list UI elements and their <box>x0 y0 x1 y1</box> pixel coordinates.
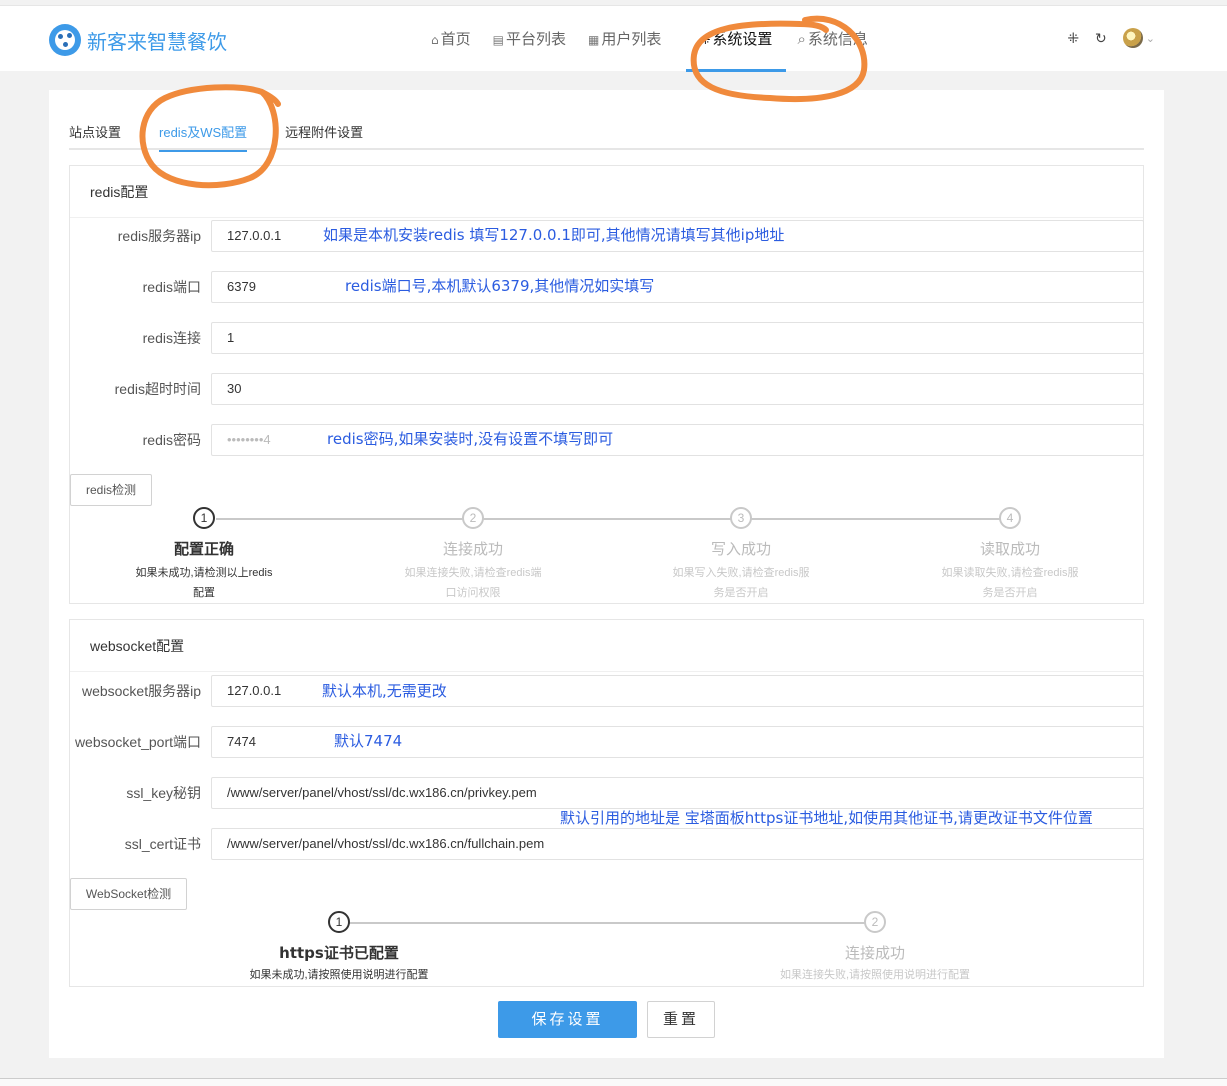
step-desc-line2: 务是否开启 <box>982 587 1038 599</box>
step-number: 4 <box>999 507 1021 529</box>
avatar <box>1122 28 1143 48</box>
search-icon: ⌕ <box>797 30 806 48</box>
step-title: 连接成功 <box>442 540 503 558</box>
bottom-strip <box>0 1078 1227 1086</box>
step-number: 1 <box>328 911 350 933</box>
step-title: 读取成功 <box>979 540 1040 558</box>
redis-password-note: redis密码,如果安装时,没有设置不填写即可 <box>327 430 614 448</box>
step-title: 连接成功 <box>844 944 905 962</box>
step-desc-line1: 如果写入失败,请检查redis服 <box>672 567 810 579</box>
redis-step-3: 3 写入成功 如果写入失败,请检查redis服 务是否开启 <box>665 507 817 605</box>
step-number: 3 <box>730 507 752 529</box>
redis-port-label: redis端口 <box>142 279 201 295</box>
websocket-steps: 1 https证书已配置 如果未成功,请按照使用说明进行配置 2 连接成功 如果… <box>70 911 1145 981</box>
redis-ip-row: redis服务器ip 127.0.0.1 如果是本机安装redis 填写127.… <box>70 220 1145 252</box>
user-menu[interactable]: ⌄ <box>1122 28 1155 48</box>
ws-ip-row: websocket服务器ip 127.0.0.1 默认本机,无需更改 <box>70 675 1145 707</box>
nav-item-system-settings[interactable]: ⁜ 系统设置 <box>686 6 787 72</box>
logo-icon <box>49 24 81 56</box>
apps-icon[interactable]: ⁜ <box>1067 30 1079 47</box>
ssl-cert-input[interactable]: /www/server/panel/vhost/ssl/dc.wx186.cn/… <box>211 828 1144 860</box>
navbar-right-tools: ⁜ ↻ ⌄ <box>1067 28 1155 48</box>
redis-check-button[interactable]: redis检测 <box>70 474 152 506</box>
nav-item-label: 系统设置 <box>712 30 773 48</box>
ssl-cert-note: 默认引用的地址是 宝塔面板https证书地址,如使用其他证书,请更改证书文件位置 <box>560 809 1093 827</box>
redis-ip-note: 如果是本机安装redis 填写127.0.0.1即可,其他情况请填写其他ip地址 <box>323 226 785 244</box>
nav-item-label: 系统信息 <box>807 30 868 48</box>
home-icon: ⌂ <box>431 33 439 47</box>
redis-step-1: 1 配置正确 如果未成功,请检测以上redis 配置 <box>128 507 280 605</box>
step-desc-line2: 口访问权限 <box>445 587 501 599</box>
nav-item-user-list[interactable]: ▦ 用户列表 <box>577 6 672 72</box>
ssl-cert-row: ssl_cert证书 /www/server/panel/vhost/ssl/d… <box>70 828 1145 860</box>
ssl-key-row: ssl_key秘钥 /www/server/panel/vhost/ssl/dc… <box>70 777 1145 809</box>
ws-ip-label: websocket服务器ip <box>81 683 201 699</box>
step-desc: 如果未成功,请按照使用说明进行配置 <box>249 969 429 981</box>
step-desc-line1: 如果读取失败,请检查redis服 <box>941 567 1079 579</box>
step-title: 写入成功 <box>710 540 771 558</box>
redis-password-row: redis密码 ••••••••4 redis密码,如果安装时,没有设置不填写即… <box>70 424 1145 456</box>
ssl-key-label: ssl_key秘钥 <box>126 785 201 801</box>
ws-port-row: websocket_port端口 7474 默认7474 <box>70 726 1145 758</box>
websocket-panel: websocket配置 websocket服务器ip 127.0.0.1 默认本… <box>69 619 1144 987</box>
image-icon: ▦ <box>588 33 600 47</box>
nav-item-platform-list[interactable]: ▤ 平台列表 <box>482 6 577 72</box>
step-desc-line2: 务是否开启 <box>713 587 769 599</box>
redis-connection-row: redis连接 1 <box>70 322 1145 354</box>
tab-redis-ws[interactable]: redis及WS配置 <box>159 112 248 152</box>
top-navbar: 新客来智慧餐饮 ⌂ 首页 ▤ 平台列表 ▦ 用户列表 ⁜ 系统设置 ⌕ 系统信息 ⁜ ↻ … <box>0 5 1227 72</box>
step-desc-line1: 如果连接失败,请检查redis端 <box>404 567 542 579</box>
refresh-icon[interactable]: ↻ <box>1095 30 1107 47</box>
step-number: 2 <box>462 507 484 529</box>
redis-panel: redis配置 redis服务器ip 127.0.0.1 如果是本机安装redi… <box>69 165 1144 604</box>
ssl-cert-label: ssl_cert证书 <box>124 836 201 852</box>
tab-remote-attachment[interactable]: 远程附件设置 <box>285 112 363 150</box>
main-nav: ⌂ 首页 ▤ 平台列表 ▦ 用户列表 ⁜ 系统设置 ⌕ 系统信息 <box>420 6 879 72</box>
redis-step-4: 4 读取成功 如果读取失败,请检查redis服 务是否开启 <box>934 507 1086 605</box>
step-number: 2 <box>864 911 886 933</box>
websocket-panel-title: websocket配置 <box>70 620 1143 672</box>
step-desc-line1: 如果未成功,请检测以上redis <box>135 567 273 579</box>
grid-icon: ⁜ <box>700 33 711 47</box>
redis-steps: 1 配置正确 如果未成功,请检测以上redis 配置 2 连接成功 如果连接失败… <box>70 507 1145 605</box>
redis-timeout-label: redis超时时间 <box>114 381 201 397</box>
redis-connection-label: redis连接 <box>142 330 201 346</box>
redis-ip-label: redis服务器ip <box>117 228 201 244</box>
server-icon: ▤ <box>492 33 504 47</box>
tab-site-settings[interactable]: 站点设置 <box>69 112 121 150</box>
redis-port-note: redis端口号,本机默认6379,其他情况如实填写 <box>345 277 655 295</box>
redis-panel-title: redis配置 <box>70 166 1143 218</box>
redis-port-row: redis端口 6379 redis端口号,本机默认6379,其他情况如实填写 <box>70 271 1145 303</box>
ws-step-1: 1 https证书已配置 如果未成功,请按照使用说明进行配置 <box>229 911 449 981</box>
chevron-down-icon: ⌄ <box>1145 32 1155 45</box>
ws-step-2: 2 连接成功 如果连接失败,请按照使用说明进行配置 <box>765 911 985 981</box>
nav-item-label: 用户列表 <box>601 30 662 48</box>
app-logo[interactable]: 新客来智慧餐饮 <box>49 24 227 56</box>
nav-item-label: 首页 <box>440 30 471 48</box>
websocket-check-button[interactable]: WebSocket检测 <box>70 878 187 910</box>
step-desc: 如果连接失败,请按照使用说明进行配置 <box>779 969 971 981</box>
step-title: https证书已配置 <box>279 944 399 962</box>
redis-step-2: 2 连接成功 如果连接失败,请检查redis端 口访问权限 <box>397 507 549 605</box>
step-title: 配置正确 <box>173 540 234 558</box>
nav-item-home[interactable]: ⌂ 首页 <box>420 6 482 72</box>
nav-item-label: 平台列表 <box>505 30 566 48</box>
settings-tabs: 站点设置 redis及WS配置 远程附件设置 <box>69 112 1144 152</box>
ws-port-label: websocket_port端口 <box>74 734 201 750</box>
redis-password-label: redis密码 <box>142 432 201 448</box>
redis-steps-line <box>216 518 1009 520</box>
redis-timeout-row: redis超时时间 30 <box>70 373 1145 405</box>
step-number: 1 <box>193 507 215 529</box>
redis-timeout-input[interactable]: 30 <box>211 373 1144 405</box>
logo-text: 新客来智慧餐饮 <box>87 29 227 54</box>
ws-ip-note: 默认本机,无需更改 <box>322 682 447 700</box>
nav-item-system-info[interactable]: ⌕ 系统信息 <box>786 6 878 72</box>
ws-port-note: 默认7474 <box>334 732 403 750</box>
reset-button[interactable]: 重置 <box>647 1001 715 1038</box>
step-desc-line2: 配置 <box>193 587 215 599</box>
settings-card: 站点设置 redis及WS配置 远程附件设置 redis配置 redis服务器i… <box>49 90 1164 1058</box>
ssl-key-input[interactable]: /www/server/panel/vhost/ssl/dc.wx186.cn/… <box>211 777 1144 809</box>
redis-connection-input[interactable]: 1 <box>211 322 1144 354</box>
save-settings-button[interactable]: 保存设置 <box>498 1001 637 1038</box>
